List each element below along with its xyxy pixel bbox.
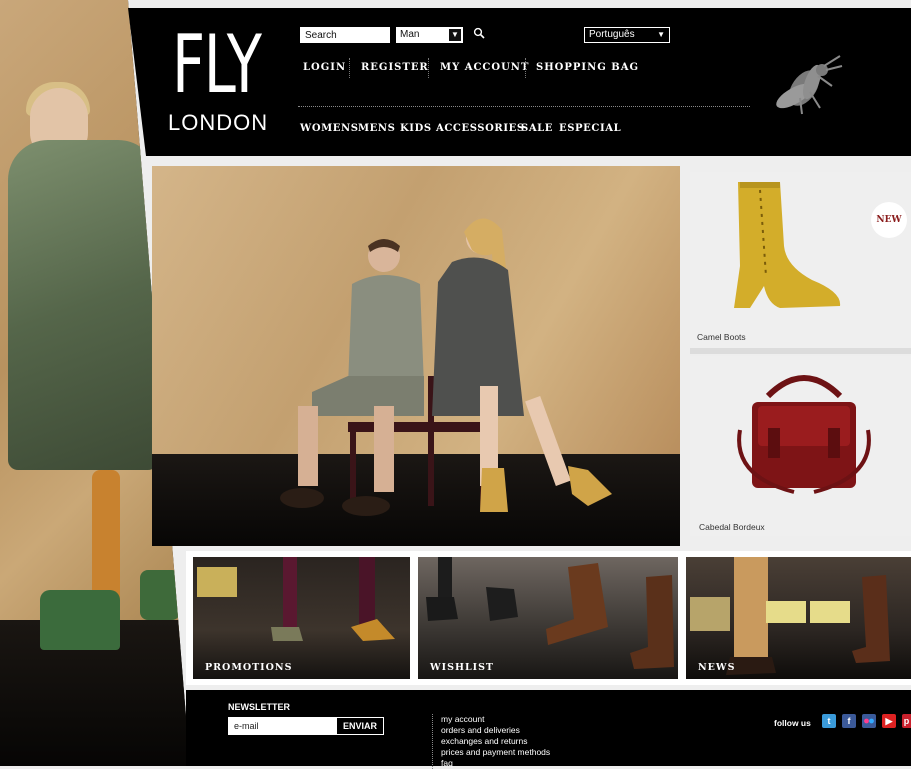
category-mens[interactable]: MENS	[358, 123, 395, 134]
gender-select-value: Man	[400, 29, 420, 40]
twitter-icon[interactable]: t	[822, 714, 836, 728]
follow-us-label: follow us	[774, 718, 811, 728]
search-icon[interactable]	[473, 27, 487, 41]
newsletter-title: NEWSLETTER	[228, 702, 290, 712]
category-accessories[interactable]: ACCESSORIES	[436, 123, 525, 134]
dropdown-arrow-icon: ▼	[657, 30, 665, 39]
category-kids[interactable]: KIDS	[400, 123, 432, 134]
youtube-icon[interactable]: ▶	[882, 714, 896, 728]
dropdown-arrow-icon: ▼	[449, 29, 461, 41]
pinterest-icon[interactable]: p	[902, 714, 911, 728]
category-sale[interactable]: SALE	[521, 123, 553, 134]
promo-label: NEWS	[698, 662, 736, 673]
promo-wishlist[interactable]: WISHLIST	[418, 557, 678, 679]
promo-promotions[interactable]: PROMOTIONS	[193, 557, 410, 679]
footer-link[interactable]: prices and payment methods	[441, 747, 550, 758]
language-select[interactable]: Português ▼	[584, 27, 670, 43]
email-field[interactable]: e-mail	[228, 717, 336, 735]
logo-fly[interactable]: FLY	[172, 24, 262, 106]
nav-register[interactable]: REGISTER	[361, 62, 429, 73]
flickr-icon[interactable]	[862, 714, 876, 728]
nav-separator	[525, 58, 526, 78]
footer-link[interactable]: my account	[441, 714, 550, 725]
promo-news[interactable]: NEWS	[686, 557, 911, 679]
promo-label: WISHLIST	[430, 662, 495, 673]
nav-login[interactable]: LOGIN	[303, 62, 346, 73]
footer-link[interactable]: faq	[441, 758, 550, 769]
product-card[interactable]: NEW Camel Boots	[690, 172, 911, 348]
product-name[interactable]: Cabedal Bordeux	[699, 522, 765, 532]
language-select-value: Português	[589, 29, 635, 40]
search-input[interactable]: Search	[300, 27, 390, 43]
fly-icon	[762, 52, 846, 122]
nav-separator	[349, 58, 350, 78]
newsletter-submit-button[interactable]: ENVIAR	[336, 717, 384, 735]
product-card[interactable]: Cabedal Bordeux	[690, 356, 911, 536]
category-womens[interactable]: WOMENS	[300, 123, 359, 134]
category-especial[interactable]: ESPECIAL	[559, 123, 621, 134]
product-image-satchel	[737, 375, 871, 494]
header-divider	[298, 106, 750, 107]
footer-link[interactable]: exchanges and returns	[441, 736, 550, 747]
nav-my-account[interactable]: MY ACCOUNT	[440, 62, 529, 73]
footer-links: my account orders and deliveries exchang…	[432, 714, 550, 769]
hero-image[interactable]	[152, 166, 680, 546]
nav-separator	[428, 58, 429, 78]
new-badge: NEW	[871, 202, 907, 238]
footer-link[interactable]: orders and deliveries	[441, 725, 550, 736]
facebook-icon[interactable]: f	[842, 714, 856, 728]
product-name[interactable]: Camel Boots	[697, 332, 746, 342]
gender-select[interactable]: Man ▼	[396, 27, 463, 43]
product-image-boot	[734, 182, 841, 308]
logo-london[interactable]: LONDON	[168, 110, 268, 136]
promo-label: PROMOTIONS	[205, 662, 293, 673]
nav-shopping-bag[interactable]: SHOPPING BAG	[536, 62, 639, 73]
